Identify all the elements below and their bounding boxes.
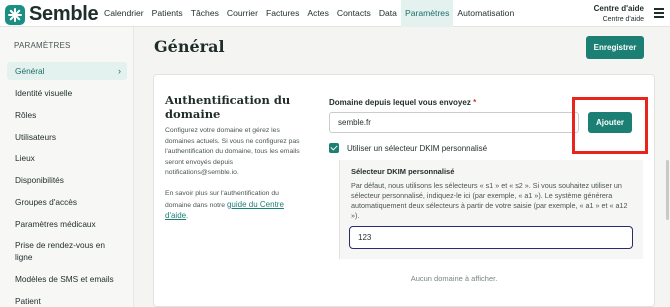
sidebar-item-groupes-acces[interactable]: Groupes d'accès: [7, 196, 127, 208]
nav-item-patients[interactable]: Patients: [148, 0, 187, 27]
page-title: Général: [154, 37, 225, 56]
nav-item-courrier[interactable]: Courrier: [223, 0, 262, 27]
required-mark: *: [473, 98, 477, 107]
nav-item-actes[interactable]: Actes: [303, 0, 333, 27]
sidebar-item-lieux[interactable]: Lieux: [7, 152, 127, 164]
help-suffix: .: [186, 213, 188, 220]
nav-item-automatisation[interactable]: Automatisation: [453, 0, 518, 27]
semble-logo[interactable]: Semble: [5, 3, 99, 26]
domain-input[interactable]: [329, 112, 579, 133]
dkim-checkbox-label: Utiliser un sélecteur DKIM personnalisé: [347, 143, 488, 153]
dkim-description: Par défaut, nous utilisons les sélecteur…: [351, 181, 628, 220]
nav-item-calendrier[interactable]: Calendrier: [100, 0, 148, 27]
sidebar-title: PARAMÈTRES: [14, 41, 71, 50]
section-title: Authentification du domaine: [165, 93, 291, 121]
sidebar-item-identite-visuelle[interactable]: Identité visuelle: [7, 87, 127, 99]
hamburger-menu-icon[interactable]: [654, 8, 664, 18]
dkim-checkbox[interactable]: [329, 143, 339, 153]
sidebar-item-roles[interactable]: Rôles: [7, 109, 127, 121]
dkim-selector-input[interactable]: [349, 226, 633, 249]
semble-logo-icon: [5, 4, 25, 25]
sidebar-item-utilisateurs[interactable]: Utilisateurs: [7, 131, 127, 143]
top-navbar: Semble Calendrier Patients Tâches Courri…: [0, 0, 670, 27]
save-button[interactable]: Enregistrer: [586, 36, 644, 59]
nav-item-data[interactable]: Data: [375, 0, 401, 27]
scrollbar[interactable]: [666, 160, 669, 220]
section-description: Configurez votre domaine et gérez les do…: [165, 127, 300, 176]
chevron-right-icon: ›: [118, 66, 121, 76]
help-center-subtitle: Centre d'aide: [602, 16, 644, 23]
sidebar-item-label: Général: [15, 66, 45, 76]
dkim-title: Sélecteur DKIM personnalisé: [351, 167, 455, 176]
nav-item-parametres[interactable]: Paramètres: [400, 0, 454, 27]
sidebar-item-general[interactable]: Général ›: [7, 62, 127, 80]
nav-item-factures[interactable]: Factures: [262, 0, 303, 27]
sidebar-item-disponibilites[interactable]: Disponibilités: [7, 174, 127, 186]
domain-field-label: Domaine depuis lequel vous envoyez *: [329, 98, 476, 107]
dkim-checkbox-row[interactable]: Utiliser un sélecteur DKIM personnalisé: [329, 143, 487, 153]
nav-item-contacts[interactable]: Contacts: [333, 0, 375, 27]
highlight-box: [572, 97, 648, 154]
app-name: Semble: [29, 3, 99, 25]
sidebar-item-prise-rdv[interactable]: Prise de rendez-vous en ligne: [7, 239, 117, 263]
empty-domains-text: Aucun domaine à afficher.: [410, 274, 498, 283]
help-center-title: Centre d'aide: [593, 4, 644, 13]
section-help-text: En savoir plus sur l'authentification du…: [165, 189, 300, 223]
sidebar-item-patient[interactable]: Patient: [7, 295, 127, 307]
help-center-link[interactable]: Centre d'aide Centre d'aide: [594, 3, 644, 25]
nav-item-taches[interactable]: Tâches: [187, 0, 223, 27]
sidebar-item-parametres-medicaux[interactable]: Paramètres médicaux: [7, 218, 127, 230]
main-nav: Calendrier Patients Tâches Courrier Fact…: [100, 0, 518, 27]
domain-label-text: Domaine depuis lequel vous envoyez: [329, 98, 471, 107]
sidebar-item-modeles-sms[interactable]: Modèles de SMS et emails: [7, 273, 127, 285]
